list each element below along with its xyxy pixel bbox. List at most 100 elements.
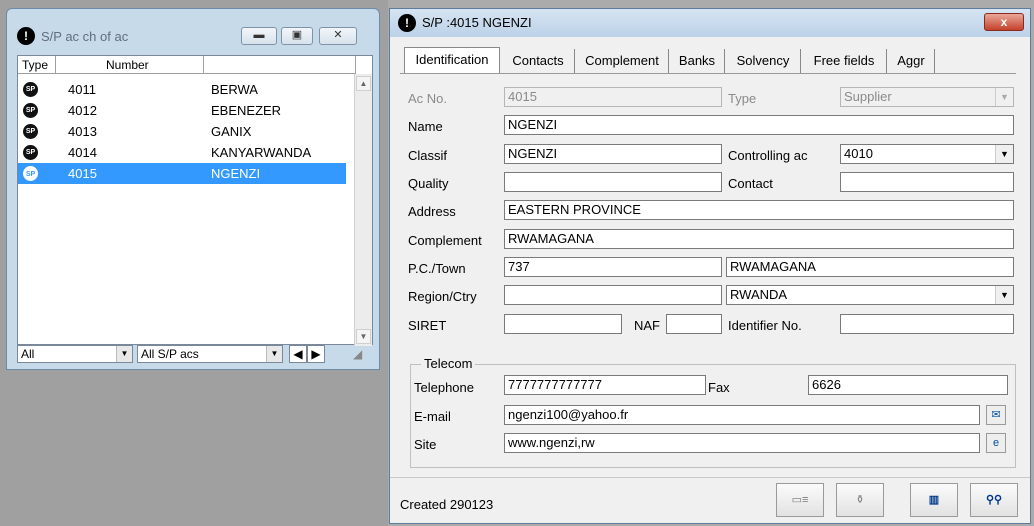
chevron-down-icon[interactable]: ▼ xyxy=(995,145,1013,163)
list-item-selected[interactable]: SP 4015 NGENZI xyxy=(18,163,346,184)
email-label: E-mail xyxy=(414,409,451,424)
tab-banks[interactable]: Banks xyxy=(670,49,725,73)
classif-label: Classif xyxy=(408,148,448,163)
town-field[interactable]: RWAMAGANA xyxy=(726,257,1014,277)
controlling-ac-label: Controlling ac xyxy=(728,148,808,163)
ac-no-field: 4015 xyxy=(504,87,722,107)
search-icon[interactable]: ⚲⚲ xyxy=(970,483,1018,517)
minimize-button[interactable]: ▬ xyxy=(241,27,277,45)
chevron-down-icon[interactable]: ▼ xyxy=(266,346,282,362)
naf-field[interactable] xyxy=(666,314,722,334)
pc-town-label: P.C./Town xyxy=(408,261,466,276)
supplier-icon: SP xyxy=(23,124,38,139)
account-number: 4011 xyxy=(68,82,96,97)
close-button[interactable]: x xyxy=(984,13,1024,31)
ac-no-label: Ac No. xyxy=(408,91,448,106)
account-name: GANIX xyxy=(211,124,252,139)
chevron-down-icon: ▼ xyxy=(995,88,1013,106)
controlling-ac-select[interactable]: 4010 ▼ xyxy=(840,144,1014,164)
name-field[interactable]: NGENZI xyxy=(504,115,1014,135)
filter-select-1-value: All xyxy=(21,347,35,361)
window-title: S/P :4015 NGENZI xyxy=(422,15,532,30)
fax-field[interactable]: 6626 xyxy=(808,375,1008,395)
scroll-up-icon[interactable]: ▲ xyxy=(356,76,371,91)
vertical-scrollbar[interactable]: ▲ ▼ xyxy=(354,74,372,346)
telecom-group-title: Telecom xyxy=(421,356,476,371)
statistics-icon[interactable]: ▥ xyxy=(910,483,958,517)
close-button[interactable]: ✕ xyxy=(319,27,357,45)
tab-solvency[interactable]: Solvency xyxy=(726,49,801,73)
region-field[interactable] xyxy=(504,285,722,305)
scroll-down-icon[interactable]: ▼ xyxy=(356,329,371,344)
tab-complement[interactable]: Complement xyxy=(576,49,669,73)
account-number: 4014 xyxy=(68,145,97,160)
quality-label: Quality xyxy=(408,176,449,191)
supplier-icon: SP xyxy=(23,166,38,181)
complement-field[interactable]: RWAMAGANA xyxy=(504,229,1014,249)
siret-field[interactable] xyxy=(504,314,622,334)
quality-field[interactable] xyxy=(504,172,722,192)
list-item[interactable]: SP 4012 EBENEZER xyxy=(18,100,346,121)
contact-field[interactable] xyxy=(840,172,1014,192)
name-label: Name xyxy=(408,119,443,134)
siret-label: SIRET xyxy=(408,318,447,333)
telephone-field[interactable]: 7777777777777 xyxy=(504,375,706,395)
status-divider xyxy=(390,477,1030,478)
list-item[interactable]: SP 4013 GANIX xyxy=(18,121,346,142)
fax-label: Fax xyxy=(708,380,730,395)
address-field[interactable]: EASTERN PROVINCE xyxy=(504,200,1014,220)
address-label: Address xyxy=(408,204,456,219)
app-icon: ! xyxy=(17,27,35,45)
account-number: 4013 xyxy=(68,124,97,139)
type-value: Supplier xyxy=(844,89,892,104)
scroll-left-icon[interactable]: ◀ xyxy=(289,345,307,363)
account-number: 4015 xyxy=(68,166,97,181)
title-bar: ! S/P :4015 NGENZI x xyxy=(390,9,1030,37)
list-item[interactable]: SP 4011 BERWA xyxy=(18,79,346,100)
postal-code-field[interactable]: 737 xyxy=(504,257,722,277)
tab-contacts[interactable]: Contacts xyxy=(502,49,575,73)
complement-label: Complement xyxy=(408,233,482,248)
site-label: Site xyxy=(414,437,437,452)
resize-grip-icon[interactable]: ◢ xyxy=(353,347,362,361)
site-field[interactable]: www.ngenzi,rw xyxy=(504,433,980,453)
record-card-icon: ▭≡ xyxy=(776,483,824,517)
identifier-field[interactable] xyxy=(840,314,1014,334)
tab-free-fields[interactable]: Free fields xyxy=(802,49,887,73)
naf-label: NAF xyxy=(634,318,660,333)
identifier-label: Identifier No. xyxy=(728,318,802,333)
tab-aggr[interactable]: Aggr xyxy=(888,49,935,73)
app-icon: ! xyxy=(398,14,416,32)
email-field[interactable]: ngenzi100@yahoo.fr xyxy=(504,405,980,425)
account-name: EBENEZER xyxy=(211,103,282,118)
column-header-number[interactable]: Number xyxy=(56,56,204,74)
account-name: BERWA xyxy=(211,82,258,97)
browser-icon[interactable]: e xyxy=(986,433,1006,453)
chevron-down-icon[interactable]: ▼ xyxy=(116,346,132,362)
classif-field[interactable]: NGENZI xyxy=(504,144,722,164)
filter-select-1[interactable]: All ▼ xyxy=(17,345,133,363)
type-label: Type xyxy=(728,91,757,106)
telephone-label: Telephone xyxy=(414,380,474,395)
country-select[interactable]: RWANDA ▼ xyxy=(726,285,1014,305)
chevron-down-icon[interactable]: ▼ xyxy=(995,286,1013,304)
column-header-type[interactable]: Type xyxy=(18,56,56,74)
country-value: RWANDA xyxy=(730,287,788,302)
list-item[interactable]: SP 4014 KANYARWANDA xyxy=(18,142,346,163)
tab-identification[interactable]: Identification xyxy=(404,47,500,75)
supplier-icon: SP xyxy=(23,103,38,118)
contact-label: Contact xyxy=(728,176,773,191)
list-filter-bar: All ▼ All S/P acs ▼ ◀ ▶ ◢ xyxy=(17,345,377,365)
column-header-name[interactable] xyxy=(204,56,356,74)
list-window-title: S/P ac ch of ac xyxy=(41,29,129,44)
maximize-button[interactable]: ▣ xyxy=(281,27,313,45)
scroll-right-icon[interactable]: ▶ xyxy=(307,345,325,363)
created-status: Created 290123 xyxy=(400,497,494,512)
supplier-icon: SP xyxy=(23,82,38,97)
controlling-ac-value: 4010 xyxy=(844,146,873,161)
filter-select-2[interactable]: All S/P acs ▼ xyxy=(137,345,283,363)
type-select: Supplier ▼ xyxy=(840,87,1014,107)
filter-select-2-value: All S/P acs xyxy=(141,347,199,361)
send-email-icon[interactable]: ✉ xyxy=(986,405,1006,425)
account-list-window: ! S/P ac ch of ac ▬ ▣ ✕ Type Number SP 4… xyxy=(6,8,380,370)
